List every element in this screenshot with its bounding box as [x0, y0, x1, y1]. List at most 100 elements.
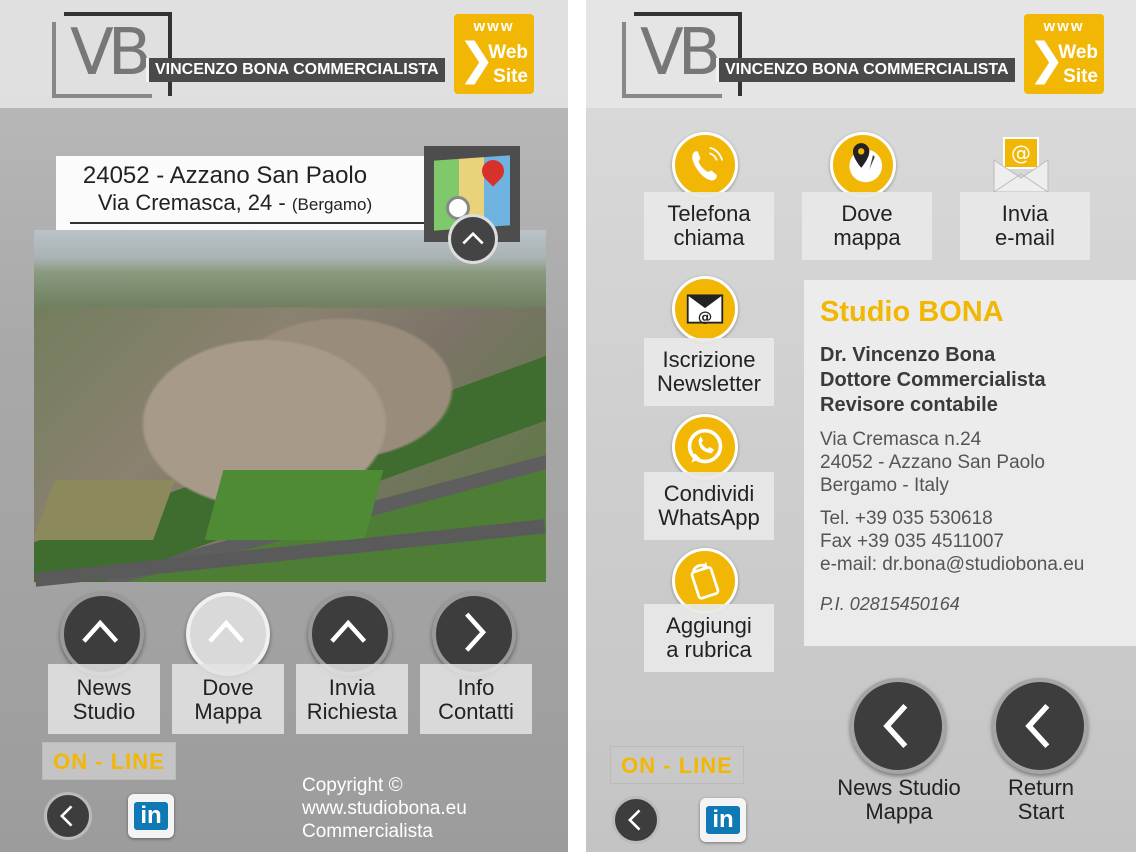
email-envelope-icon[interactable]: @	[990, 134, 1052, 194]
web-badge-line1: Web	[1058, 42, 1098, 63]
vat-number: P.I. 02815450164	[820, 594, 960, 614]
bottom-label-line1: Return	[1007, 775, 1075, 800]
chevron-up-icon	[208, 619, 245, 643]
chevron-left-icon	[883, 703, 908, 749]
web-badge-line2: Site	[1063, 66, 1098, 87]
tile-line2: e-mail	[995, 225, 1055, 250]
online-badge: ON - LINE	[42, 742, 176, 780]
studio-address: Via Cremasca n.24 24052 - Azzano San Pao…	[820, 428, 1136, 497]
company-name: VINCENZO BONA COMMERCIALISTA	[716, 58, 1015, 82]
nav-label-line2: Richiesta	[306, 699, 398, 724]
telefona-button[interactable]	[672, 132, 738, 198]
web-badge-line2: Site	[493, 66, 528, 87]
web-badge-www: www	[473, 18, 515, 35]
tile-line1: Telefona	[667, 201, 751, 226]
address-province: (Bergamo)	[291, 195, 373, 214]
copyright-line3: Commercialista	[302, 821, 433, 842]
company-name: VINCENZO BONA COMMERCIALISTA	[146, 58, 445, 82]
chevron-up-icon	[462, 231, 484, 245]
address-line1: Via Cremasca n.24	[820, 429, 982, 450]
nav-label-info-contatti[interactable]: Info Contatti	[420, 664, 532, 734]
chevron-up-icon	[82, 619, 119, 643]
add-contact-tile[interactable]: Aggiungi a rubrica	[644, 604, 774, 672]
left-screen: VB VINCENZO BONA COMMERCIALISTA www ❯ We…	[0, 0, 568, 852]
copyright: Copyright © www.studiobona.eu Commercial…	[302, 774, 467, 843]
news-studio-mappa-label[interactable]: News Studio Mappa	[824, 776, 974, 824]
fax-number: Fax +39 035 4511007	[820, 531, 1004, 552]
return-start-button[interactable]	[992, 678, 1088, 774]
tile-line2: a rubrica	[666, 637, 752, 662]
web-site-button[interactable]: www ❯ Web Site	[454, 14, 534, 94]
copyright-url[interactable]: www.studiobona.eu	[302, 797, 467, 820]
linkedin-button[interactable]: in	[700, 798, 746, 842]
aerial-photo	[33, 230, 546, 587]
telefona-tile[interactable]: Telefona chiama	[644, 192, 774, 260]
svg-text:@: @	[698, 310, 713, 326]
linkedin-button[interactable]: in	[128, 794, 174, 838]
address-street: Via Cremasca, 24 -	[97, 190, 286, 215]
back-button[interactable]	[612, 796, 660, 844]
newsletter-tile[interactable]: Iscrizione Newsletter	[644, 338, 774, 406]
bottom-label-line2: Start	[1017, 799, 1065, 824]
tile-line2: WhatsApp	[658, 505, 760, 530]
vb-logo: VB	[52, 12, 172, 98]
studio-title: Studio BONA	[820, 296, 1004, 328]
svg-text:@: @	[1011, 141, 1031, 165]
invia-email-tile[interactable]: Invia e-mail	[960, 192, 1090, 260]
chevron-up-icon	[330, 619, 367, 643]
dove-mappa-tile[interactable]: Dove mappa	[802, 192, 932, 260]
phone-number[interactable]: Tel. +39 035 530618	[820, 507, 1136, 530]
whatsapp-button[interactable]	[672, 414, 738, 480]
chevron-left-icon	[1025, 703, 1050, 749]
nav-label-line2: Contatti	[438, 699, 514, 724]
email-address[interactable]: e-mail: dr.bona@studiobona.eu	[820, 553, 1136, 576]
web-badge-www: www	[1043, 18, 1085, 35]
logo-letters: VB	[70, 16, 152, 90]
studio-contacts: Tel. +39 035 530618 Fax +39 035 4511007 …	[820, 507, 1136, 576]
newsletter-button[interactable]: @	[672, 276, 738, 342]
address-line1: 24052 - Azzano San Paolo	[82, 162, 368, 189]
studio-info-card: Studio BONA Dr. Vincenzo Bona Dottore Co…	[804, 280, 1136, 646]
news-studio-mappa-button[interactable]	[850, 678, 946, 774]
web-site-button[interactable]: www ❯ Web Site	[1024, 14, 1104, 94]
nav-label-line1: News	[76, 675, 132, 700]
bottom-label-line1: News Studio	[837, 775, 961, 800]
address-line2: Via Cremasca, 24 - (Bergamo)	[56, 190, 414, 216]
dove-mappa-button[interactable]	[830, 132, 896, 198]
arrow-right-icon	[70, 217, 470, 229]
whatsapp-tile[interactable]: Condividi WhatsApp	[644, 472, 774, 540]
chevron-left-icon	[628, 809, 641, 831]
copyright-line1: Copyright ©	[302, 775, 403, 796]
phone-icon	[692, 146, 724, 181]
compass-pin-icon	[849, 143, 883, 183]
doctor-name: Dr. Vincenzo Bona	[820, 344, 996, 366]
address-line3: Bergamo - Italy	[820, 475, 949, 496]
nav-label-news-studio[interactable]: News Studio	[48, 664, 160, 734]
nav-label-line1: Info	[457, 675, 495, 700]
tile-line1: Iscrizione	[662, 347, 756, 372]
whatsapp-icon	[687, 428, 723, 464]
vb-logo: VB	[622, 12, 742, 98]
back-button[interactable]	[44, 792, 92, 840]
doctor-role2: Revisore contabile	[820, 394, 998, 416]
linkedin-icon: in	[134, 802, 168, 830]
newsletter-envelope-icon: @	[686, 294, 724, 326]
address-line2: 24052 - Azzano San Paolo	[820, 452, 1046, 473]
web-badge-line1: Web	[488, 42, 528, 63]
nav-label-line1: Invia	[328, 675, 376, 700]
nav-label-line2: Studio	[72, 699, 136, 724]
right-screen: VB VINCENZO BONA COMMERCIALISTA www ❯ We…	[586, 0, 1136, 852]
nav-label-invia-richiesta[interactable]: Invia Richiesta	[296, 664, 408, 734]
bottom-label-line2: Mappa	[865, 799, 933, 824]
online-badge: ON - LINE	[610, 746, 744, 784]
address-card: 24052 - Azzano San Paolo Via Cremasca, 2…	[56, 156, 470, 230]
nav-label-line2: Mappa	[194, 699, 262, 724]
nav-label-line1: Dove	[202, 675, 254, 700]
tile-line1: Invia	[1001, 201, 1049, 226]
tile-line2: Newsletter	[657, 371, 761, 396]
return-start-label[interactable]: Return Start	[986, 776, 1096, 824]
nav-label-dove-mappa[interactable]: Dove Mappa	[172, 664, 284, 734]
expand-up-button[interactable]	[448, 214, 498, 264]
linkedin-icon: in	[706, 806, 740, 834]
tile-line2: chiama	[673, 225, 745, 250]
